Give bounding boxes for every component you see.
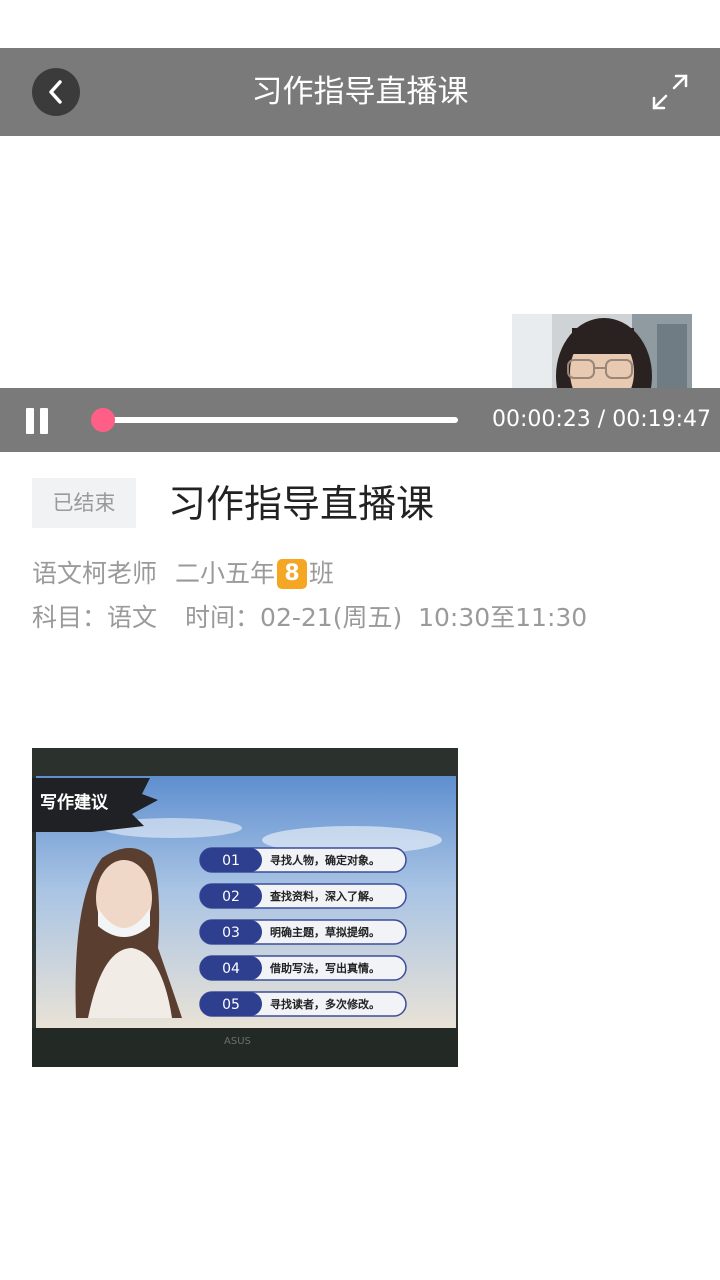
slide-item-number: 02 xyxy=(222,889,240,905)
class-prefix: 二小五年 xyxy=(175,559,276,588)
progress-track[interactable] xyxy=(96,417,458,423)
slide-heading: 写作建议 xyxy=(40,792,109,813)
fullscreen-button[interactable] xyxy=(650,72,690,112)
slide-item-text: 借助写法，写出真情。 xyxy=(269,961,380,975)
time-label: 时间： xyxy=(185,603,261,632)
laptop-brand-logo: ASUS xyxy=(224,1036,251,1047)
slide-item: 04 借助写法，写出真情。 xyxy=(199,955,407,981)
slide-item: 01 寻找人物，确定对象。 xyxy=(199,847,407,873)
class-suffix: 班 xyxy=(309,559,335,588)
fullscreen-expand-icon xyxy=(652,74,688,110)
slide-item: 02 查找资料，深入了解。 xyxy=(199,883,407,909)
subject-time-line: 科目：语文 时间：02-21(周五) 10:30至11:30 xyxy=(32,598,587,638)
player-controls: 00:00:23 / 00:19:47 xyxy=(0,388,720,452)
lesson-photo[interactable]: 写作建议 01 寻找人物，确定对象。 02 查找资料，深入了解。 03 明确主题，草拟提纲… xyxy=(32,748,458,1067)
time-display: 00:00:23 / 00:19:47 xyxy=(492,407,712,432)
lesson-title: 习作指导直播课 xyxy=(168,482,435,526)
status-badge: 已结束 xyxy=(32,478,136,528)
video-player[interactable]: 00:00:23 / 00:19:47 xyxy=(0,136,720,452)
slide-item: 03 明确主题，草拟提纲。 xyxy=(199,919,407,945)
class-number-badge: 8 xyxy=(277,559,308,589)
slide-item-text: 寻找人物，确定对象。 xyxy=(270,853,380,867)
slide-item-text: 明确主题，草拟提纲。 xyxy=(270,925,380,939)
teacher-class-line: 语文柯老师 二小五年 8 班 xyxy=(32,554,334,594)
teacher-name: 语文柯老师 xyxy=(32,559,158,588)
pause-button[interactable] xyxy=(26,408,50,434)
subject-value: 语文 xyxy=(107,603,158,632)
slide-item-number: 01 xyxy=(222,853,240,869)
chevron-left-icon xyxy=(49,80,62,104)
back-button[interactable] xyxy=(32,68,80,116)
slide-item-text: 查找资料，深入了解。 xyxy=(270,889,380,903)
time-value: 02-21(周五) 10:30至11:30 xyxy=(260,603,588,632)
slide-item-number: 04 xyxy=(222,961,240,977)
page-title: 习作指导直播课 xyxy=(251,74,469,110)
subject-label: 科目： xyxy=(32,603,108,632)
pause-icon xyxy=(26,408,34,434)
slide-item-number: 03 xyxy=(222,925,240,941)
slide-item-number: 05 xyxy=(222,997,240,1013)
slide-item-text: 寻找读者，多次修改。 xyxy=(270,997,380,1011)
slide-item: 05 寻找读者，多次修改。 xyxy=(199,991,407,1017)
progress-thumb[interactable] xyxy=(91,408,116,432)
top-bar: 习作指导直播课 xyxy=(0,48,720,136)
